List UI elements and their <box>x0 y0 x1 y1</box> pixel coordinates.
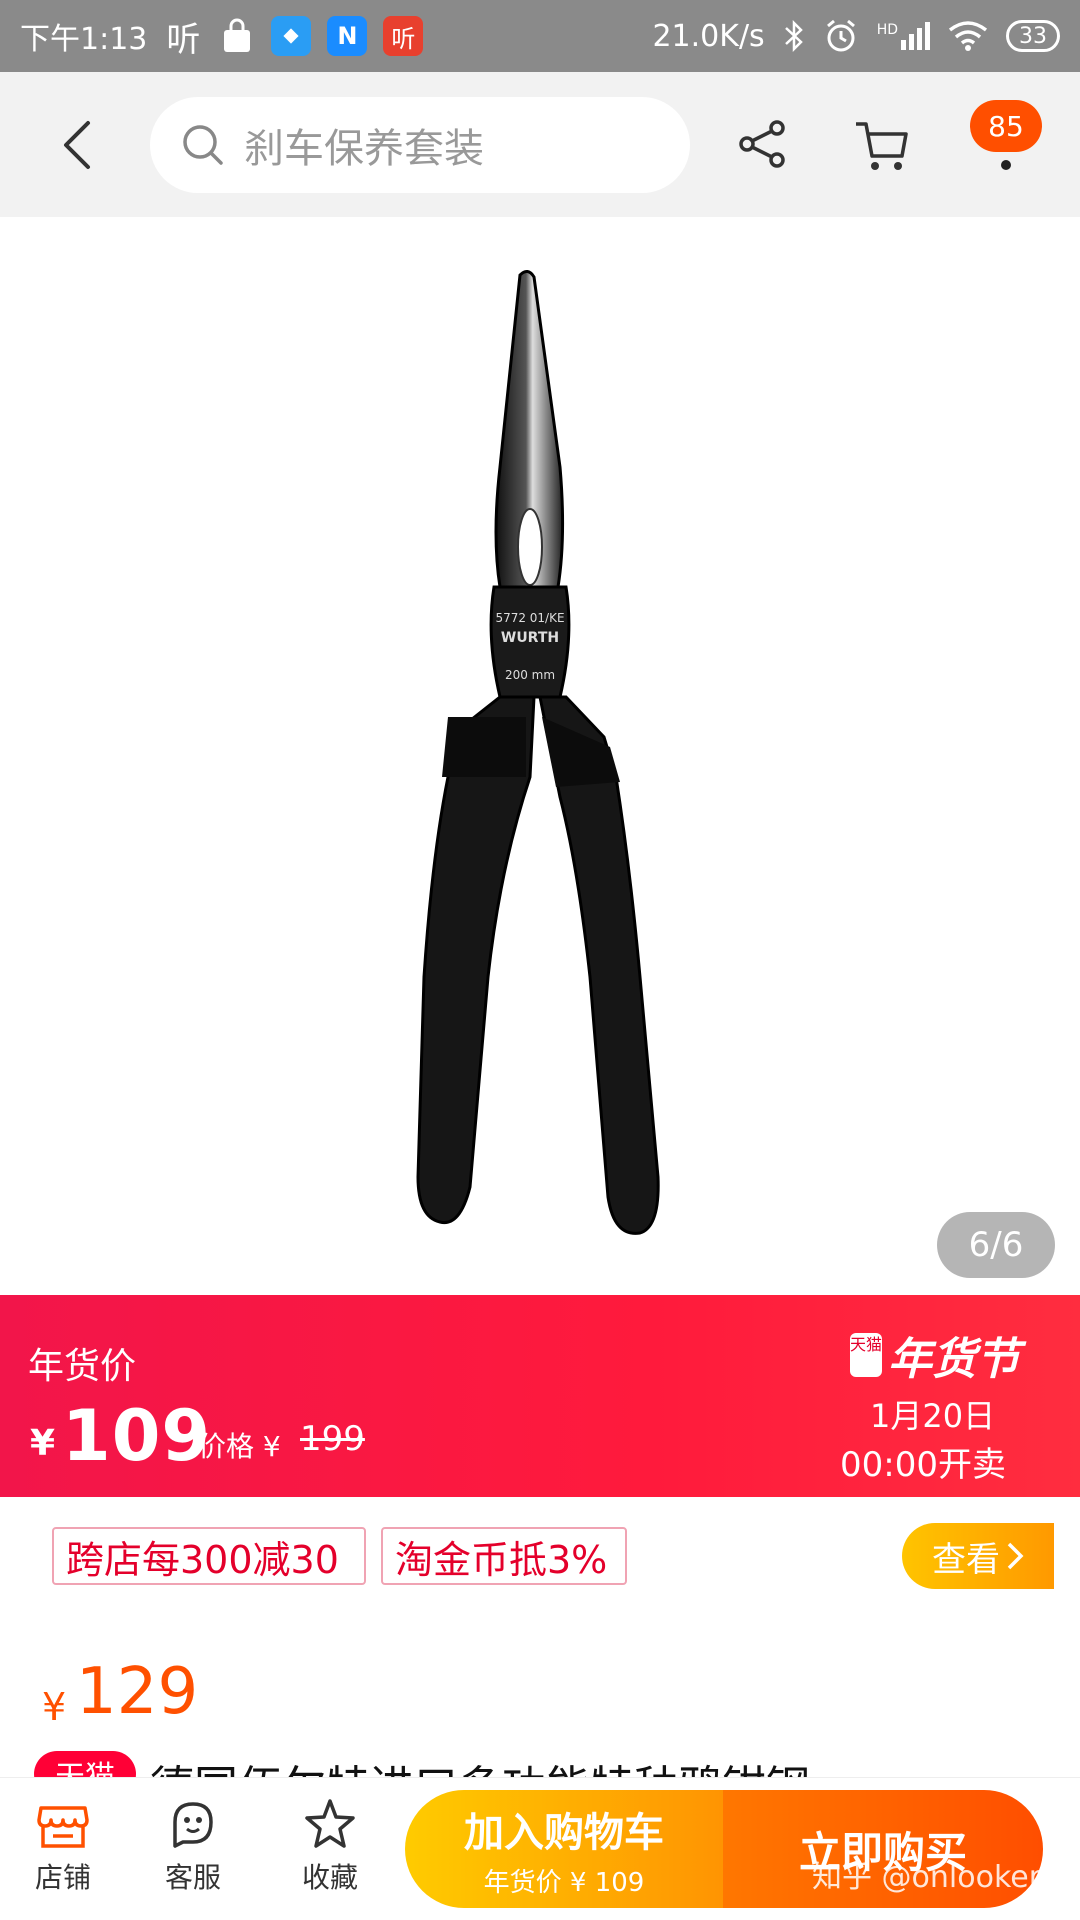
battery-indicator: 33 <box>1006 20 1060 52</box>
sale-date: 1月20日 <box>870 1397 996 1435</box>
shop-icon <box>37 1806 89 1848</box>
more-button[interactable]: 85 <box>970 100 1050 190</box>
share-icon <box>739 120 785 168</box>
cart-count-badge: 85 <box>970 100 1042 152</box>
sale-time: 00:00开卖 <box>840 1445 1006 1485</box>
search-icon <box>183 125 223 165</box>
price-section: ¥ 129 天猫 德国伍尔特进口多功能特种鸦钳钢 <box>0 1617 1080 1795</box>
share-button[interactable] <box>735 116 791 172</box>
favorite-tab[interactable]: 收藏 <box>275 1796 385 1896</box>
original-price: 199 <box>300 1419 365 1459</box>
more-dot <box>1001 160 1011 170</box>
hd-label: HD <box>876 22 898 38</box>
add-to-cart-label: 加入购物车 <box>464 1809 664 1856</box>
service-tab[interactable]: 客服 <box>138 1796 248 1896</box>
cart-icon <box>856 122 908 170</box>
coupon-row: 跨店每300减30 淘金币抵3% 查看 <box>0 1497 1080 1617</box>
add-to-cart-button[interactable]: 加入购物车 年货价 ¥ 109 <box>405 1790 723 1908</box>
network-speed: 21.0K/s <box>652 18 765 54</box>
watermark: 知乎 @onlooker <box>812 1860 1042 1895</box>
search-placeholder: 刹车保养套装 <box>244 126 484 172</box>
red-listen-app-icon: 听 <box>383 16 424 56</box>
search-bar[interactable]: 刹车保养套装 <box>150 97 690 193</box>
signal-icon: HD <box>877 22 930 50</box>
add-to-cart-price: 年货价 ¥ 109 <box>483 1867 645 1898</box>
view-coupons-label: 查看 <box>932 1539 1000 1580</box>
back-icon <box>64 121 90 169</box>
product-marking-brand: WURTH <box>501 630 559 646</box>
shopping-bag-icon <box>224 18 251 52</box>
shop-tab[interactable]: 店铺 <box>8 1796 118 1896</box>
bottom-action-bar: 店铺 客服 收藏 加入购物车 年货价 ¥ 109 立即购买 <box>0 1777 1080 1920</box>
star-icon <box>305 1799 355 1848</box>
price-currency: ¥ <box>42 1685 67 1729</box>
product-image: 5772 01/KE WURTH 200 mm <box>416 270 660 1235</box>
wifi-icon <box>948 21 988 51</box>
product-gallery[interactable]: 5772 01/KE WURTH 200 mm 6/6 <box>0 217 1080 1295</box>
chevron-right-icon <box>1007 1542 1024 1570</box>
bluetooth-icon <box>784 19 803 53</box>
current-price: 129 <box>76 1655 199 1729</box>
image-page-indicator: 6/6 <box>937 1212 1055 1278</box>
favorite-label: 收藏 <box>301 1861 358 1894</box>
listen-app-icon: 听 <box>166 19 201 60</box>
promo-price-label: 年货价 <box>28 1346 137 1387</box>
cart-button[interactable] <box>852 116 912 176</box>
coupon-taojinbi[interactable]: 淘金币抵3% <box>381 1527 627 1585</box>
back-button[interactable] <box>50 117 106 173</box>
top-navigation: 刹车保养套装 85 <box>0 72 1080 217</box>
shop-label: 店铺 <box>34 1861 91 1894</box>
promo-price: 109 <box>62 1395 212 1477</box>
product-marking-code: 5772 01/KE <box>495 611 564 625</box>
promo-banner[interactable]: 年货价 ¥ 109 价格 ¥ 199 天猫 年货节 1月20日 00:00开卖 <box>0 1295 1080 1497</box>
service-icon <box>173 1802 213 1848</box>
festival-logo: 天猫 年货节 <box>850 1323 1020 1387</box>
status-bar: 下午1:13 听 N 听 21.0K/s HD 33 <box>0 0 1080 72</box>
status-time: 下午1:13 <box>20 22 148 57</box>
coupon-cross-store[interactable]: 跨店每300减30 <box>52 1527 366 1585</box>
festival-title: 年货节 <box>888 1334 1020 1385</box>
n-app-icon: N <box>327 16 368 56</box>
view-coupons-button[interactable]: 查看 <box>902 1523 1054 1589</box>
original-price-label: 价格 ¥ <box>198 1430 281 1463</box>
product-marking-size: 200 mm <box>505 668 555 682</box>
promo-currency: ¥ <box>30 1423 56 1464</box>
service-label: 客服 <box>164 1861 221 1894</box>
alarm-icon <box>826 19 855 52</box>
tmall-badge: 天猫 <box>850 1333 882 1377</box>
blue-app-icon <box>271 16 312 56</box>
